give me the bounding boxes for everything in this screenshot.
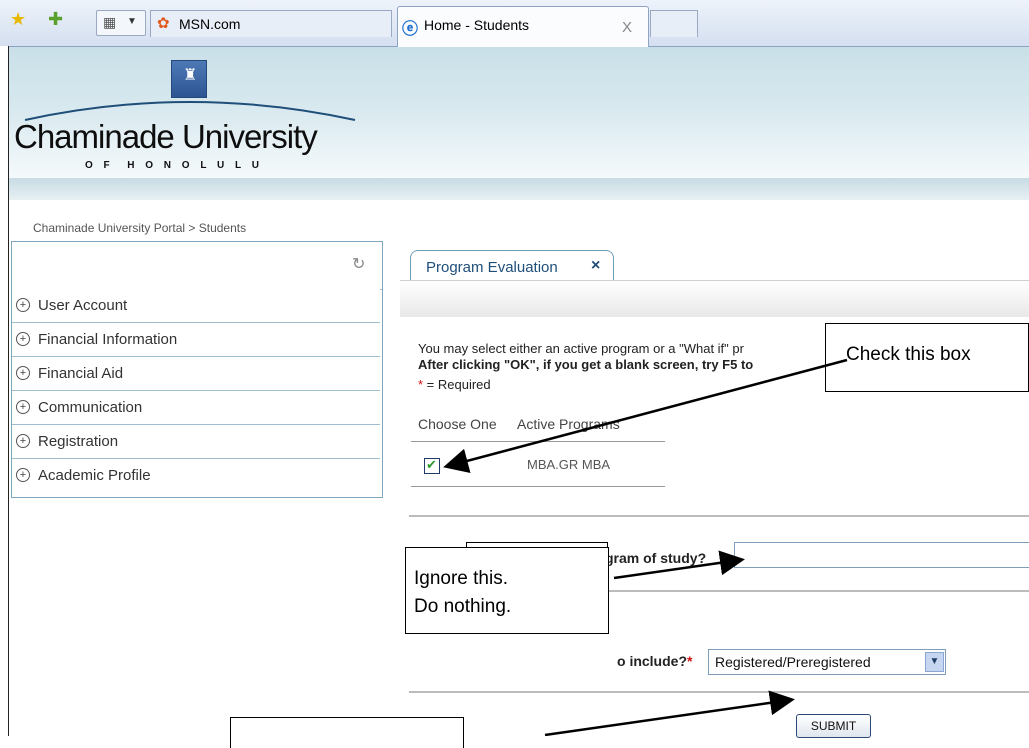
annotation-arrows — [443, 358, 848, 736]
arrow-to-input — [613, 550, 745, 580]
arrow-to-submit — [544, 690, 795, 736]
arrow-to-checkbox — [443, 358, 848, 473]
